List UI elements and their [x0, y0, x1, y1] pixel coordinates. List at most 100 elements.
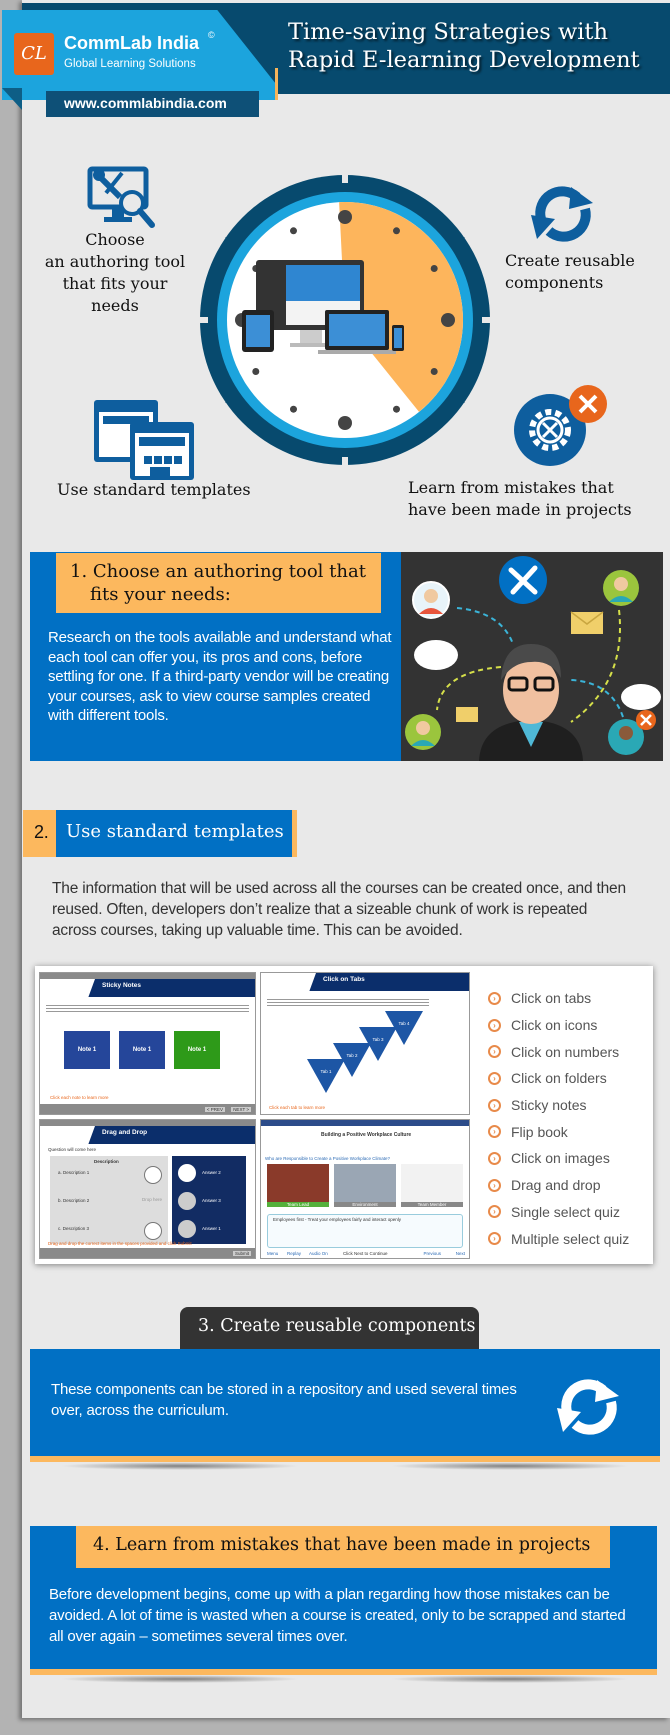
section-3-accent-stripe: [30, 1456, 660, 1462]
sticky-note[interactable]: Note 1: [174, 1031, 220, 1069]
clock-hour-mark: [252, 368, 260, 375]
chevron-circle-icon: ›: [488, 1018, 501, 1032]
clock-hour-mark: [338, 210, 352, 224]
section-4-body: Before development begins, come up with …: [49, 1586, 626, 1645]
sticky-note[interactable]: Note 1: [64, 1031, 110, 1069]
chevron-circle-icon: ›: [488, 1125, 501, 1139]
interactivity-list-item: › Multiple select quiz: [488, 1225, 658, 1252]
continue-hint: Click Next to Continue: [343, 1251, 388, 1256]
overview-label-templates: Use standard templates: [57, 480, 251, 499]
overview-label-authoring: Choose an authoring tool that fits your …: [44, 230, 186, 315]
title-line-2: Rapid E-learning Development: [288, 47, 640, 73]
image-card[interactable]: Team Member: [401, 1202, 463, 1207]
chevron-circle-icon: ›: [488, 1098, 501, 1112]
section-1-title: 1. Choose an authoring tool that fits yo…: [70, 561, 366, 605]
interactivity-label: Click on icons: [511, 1017, 598, 1034]
screen-title: Click on Tabs: [323, 976, 365, 983]
interactivity-label: Multiple select quiz: [511, 1230, 630, 1247]
chevron-circle-icon: ›: [488, 1151, 501, 1165]
interactivity-list-item: › Drag and drop: [488, 1172, 658, 1199]
interactivity-label: Sticky notes: [511, 1097, 587, 1114]
screen-title: Sticky Notes: [102, 982, 142, 989]
interactivity-list-item: › Click on icons: [488, 1012, 658, 1039]
section-4-shadow: [60, 1675, 300, 1683]
note-text: Employees first - Treat your employees f…: [273, 1217, 402, 1222]
interactivity-list-item: › Sticky notes: [488, 1092, 658, 1119]
overview-label-mistakes: Learn from mistakes that have been made …: [408, 478, 632, 519]
section-4-title: 4. Learn from mistakes that have been ma…: [93, 1535, 591, 1555]
clock-hour-mark: [290, 227, 297, 235]
gear-error-icon: [514, 385, 607, 466]
screen-hint: Click each tab to learn more: [269, 1105, 326, 1110]
draggable-answer[interactable]: Answer 1: [202, 1226, 221, 1231]
collaboration-illustration: [401, 552, 663, 761]
chevron-circle-icon: ›: [488, 1232, 501, 1246]
interactivity-list-item: › Click on numbers: [488, 1038, 658, 1065]
chevron-circle-icon: ›: [488, 1071, 501, 1085]
section-3-shadow: [60, 1462, 300, 1470]
prev-button[interactable]: < PREV: [204, 1107, 225, 1112]
commlab-logo-icon: [40, 979, 95, 997]
clock-hour-mark: [430, 265, 438, 272]
chevron-circle-icon: ›: [488, 1045, 501, 1059]
tab-triangle[interactable]: Tab 1: [307, 1059, 345, 1093]
overview-label-reusable: Create reusable components: [505, 251, 635, 292]
image-card[interactable]: Environment: [334, 1202, 396, 1207]
monitor-tools-search-icon: [87, 166, 155, 228]
interactivity-label: Click on tabs: [511, 990, 592, 1007]
brand-name: CommLab India: [64, 33, 200, 53]
interactivity-list-item: › Click on images: [488, 1145, 658, 1172]
sync-arrows-icon: [557, 1379, 619, 1435]
section-3-shadow: [390, 1462, 630, 1470]
commlab-logo-icon: [261, 973, 316, 991]
interactivity-list: › Click on tabs › Click on icons › Click on n…: [488, 985, 658, 1252]
question-text: Question will come here: [48, 1147, 97, 1152]
sticky-note[interactable]: Note 1: [119, 1031, 165, 1069]
brand-tagline: Global Learning Solutions: [64, 58, 196, 70]
interactivity-list-item: › Flip book: [488, 1118, 658, 1145]
screenshot-sticky-notes: Sticky Notes Note 1 Note 1 Note 1 Click …: [39, 972, 256, 1115]
screenshot-click-on-tabs: Click on Tabs Tab 1 Tab 2 Tab 3 Tab 4 Click…: [260, 972, 470, 1115]
next-button[interactable]: NEXT >: [231, 1107, 251, 1112]
section-2-number: 2.: [34, 822, 49, 842]
section-4-accent-stripe: [30, 1669, 657, 1675]
website-link[interactable]: www.commlabindia.com: [64, 95, 227, 111]
clock-hour-mark: [441, 313, 455, 327]
screenshot-click-on-images: Building a Positive Workplace Culture Wh…: [260, 1119, 470, 1259]
next-button[interactable]: Next: [456, 1251, 465, 1256]
clock-diagram: [190, 165, 500, 475]
interactivity-list-item: › Single select quiz: [488, 1199, 658, 1226]
commlab-logo-icon: [40, 1126, 95, 1144]
draggable-answer[interactable]: Answer 2: [202, 1170, 221, 1175]
interactivity-label: Click on images: [511, 1150, 610, 1167]
templates-icon: [94, 400, 194, 480]
interactivity-label: Click on numbers: [511, 1043, 620, 1060]
screen-title: Building a Positive Workplace Culture: [321, 1132, 412, 1138]
chevron-circle-icon: ›: [488, 1178, 501, 1192]
drop-zone[interactable]: Drop here: [142, 1197, 162, 1202]
interactivity-list-item: › Click on folders: [488, 1065, 658, 1092]
interactivity-label: Flip book: [511, 1123, 568, 1140]
previous-button[interactable]: Previous: [423, 1251, 441, 1256]
interactivity-label: Click on folders: [511, 1070, 607, 1087]
question-text: Who are Responsible to Create a Positive…: [265, 1156, 390, 1161]
draggable-answer[interactable]: Answer 3: [202, 1198, 221, 1203]
description-column: Description a. Description 1 b. Descript…: [50, 1156, 168, 1244]
menu-button[interactable]: Menu: [267, 1251, 278, 1256]
answer-column: Answer 2 Answer 3 Answer 1: [172, 1156, 246, 1244]
section-2-body: The information that will be used across…: [52, 880, 626, 939]
clock-hour-mark: [430, 368, 438, 375]
replay-button[interactable]: Replay: [287, 1251, 301, 1256]
audio-button[interactable]: Audio On: [309, 1251, 328, 1256]
submit-button[interactable]: Submit: [232, 1251, 251, 1256]
section-3-body: These components can be stored in a repo…: [51, 1381, 517, 1419]
screen-hint: Drag and drop the correct items in the s…: [48, 1241, 192, 1246]
title-line-1: Time-saving Strategies with: [288, 19, 608, 45]
interactivity-list-item: › Click on tabs: [488, 985, 658, 1012]
accent-line: [275, 68, 278, 100]
clock-hour-mark: [393, 227, 400, 235]
image-card[interactable]: Team Lead: [267, 1202, 329, 1207]
page-title: Time-saving Strategies with Rapid E-lear…: [288, 18, 668, 74]
clock-hour-mark: [338, 416, 352, 430]
clock-hour-mark: [290, 405, 297, 413]
